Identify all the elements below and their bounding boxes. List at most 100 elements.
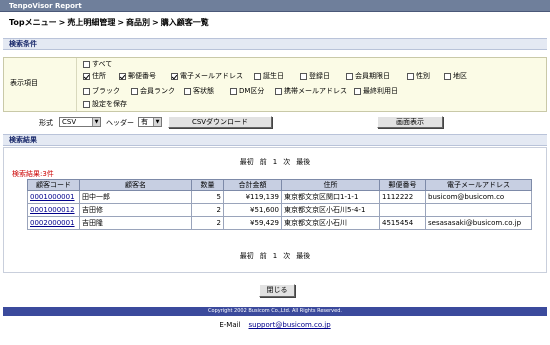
email-label: E-Mail [219, 321, 241, 329]
checkbox-member-rank[interactable]: 会員ランク [131, 87, 175, 95]
total-amount-cell: ¥51,600 [223, 203, 282, 217]
pager-next[interactable]: 次 [283, 252, 290, 260]
checkbox-label: ブラック [92, 87, 120, 95]
customer-name-cell: 吉田修 [79, 203, 192, 217]
checkbox-box[interactable] [300, 72, 307, 80]
checkbox-box[interactable] [254, 72, 261, 80]
quantity-cell: 5 [191, 190, 224, 204]
checkbox-postal-code[interactable]: 郵便番号 [119, 72, 156, 80]
checkbox-box[interactable] [171, 72, 178, 80]
checkbox-all[interactable]: すべて [83, 60, 112, 68]
email-cell: sesasasaki@busicom.co.jp [425, 216, 532, 230]
checkbox-box[interactable] [83, 100, 90, 108]
column-header: 顧客名 [79, 179, 192, 191]
customer-code-cell: 0002000001 [27, 216, 80, 230]
pager-first[interactable]: 最初 [240, 158, 254, 166]
checkbox-address[interactable]: 住所 [83, 72, 106, 80]
divider [76, 58, 77, 111]
checkbox-customer-status[interactable]: 客状態 [184, 87, 214, 95]
app-title-bar: TenpoVisor Report [0, 0, 550, 12]
checkbox-label: 郵便番号 [128, 72, 156, 80]
checkbox-box[interactable] [444, 72, 451, 80]
checkbox-label: 誕生日 [263, 72, 284, 80]
checkbox-registered-date[interactable]: 登録日 [300, 72, 330, 80]
pager-first[interactable]: 最初 [240, 252, 254, 260]
total-amount-cell: ¥119,139 [223, 190, 282, 204]
pager-bottom: 最初前 1 次最後 [0, 251, 550, 261]
checkbox-gender[interactable]: 性別 [407, 72, 430, 80]
display-items-panel: 表示項目 すべて 住所 郵便番号 電子メールアドレス 誕生日 登録日 会員期限日… [3, 57, 547, 112]
checkbox-label: 会員ランク [140, 87, 175, 95]
breadcrumb-by-product[interactable]: 商品別 [126, 18, 150, 27]
checkbox-box[interactable] [275, 87, 282, 95]
checkbox-box[interactable] [230, 87, 237, 95]
checkbox-dm-type[interactable]: DM区分 [230, 87, 264, 95]
header-label: ヘッダー [106, 119, 134, 127]
checkbox-label: すべて [92, 60, 113, 68]
header-select[interactable]: 有 ▼ [138, 117, 162, 127]
pager-next[interactable]: 次 [283, 158, 290, 166]
checkbox-box[interactable] [131, 87, 138, 95]
address-cell: 東京都文京区関口1-1-1 [281, 190, 380, 204]
postal-code-cell: 1112222 [379, 190, 426, 204]
format-label: 形式 [39, 119, 53, 127]
checkbox-district[interactable]: 地区 [444, 72, 467, 80]
column-header: 電子メールアドレス [425, 179, 532, 191]
checkbox-label: 住所 [92, 72, 106, 80]
breadcrumb-top-menu[interactable]: Topメニュー [9, 18, 57, 27]
checkbox-box[interactable] [184, 87, 191, 95]
customer-code-cell: 0001000001 [27, 190, 80, 204]
breadcrumb-separator: > [152, 18, 159, 27]
pager-last[interactable]: 最後 [296, 252, 310, 260]
breadcrumb-separator: > [117, 18, 125, 27]
breadcrumb-sales-detail[interactable]: 売上明細管理 [67, 18, 115, 27]
checkbox-mobile-email[interactable]: 携帯メールアドレス [275, 87, 347, 95]
header-select-value: 有 [141, 118, 148, 126]
format-select[interactable]: CSV ▼ [59, 117, 101, 127]
checkbox-label: 客状態 [193, 87, 214, 95]
column-header: 住所 [281, 179, 380, 191]
pager-last[interactable]: 最後 [296, 158, 310, 166]
screen-display-button[interactable]: 画面表示 [377, 116, 443, 128]
checkbox-box[interactable] [83, 72, 90, 80]
checkbox-birthday[interactable]: 誕生日 [254, 72, 284, 80]
table-row: 0001000012 吉田修 2 ¥51,600 東京都文京区小石川5-4-1 [27, 203, 532, 217]
checkbox-box[interactable] [119, 72, 126, 80]
checkbox-label: 電子メールアドレス [180, 72, 243, 80]
address-cell: 東京都文京区小石川 [281, 216, 380, 230]
checkbox-blacklist[interactable]: ブラック [83, 87, 120, 95]
checkbox-save-settings[interactable]: 設定を保存 [83, 100, 127, 108]
customer-code-link[interactable]: 0002000001 [30, 219, 75, 227]
checkbox-label: 地区 [453, 72, 467, 80]
email-cell: busicom@busicom.co [425, 190, 532, 204]
checkbox-last-used[interactable]: 最終利用日 [354, 87, 398, 95]
checkbox-box[interactable] [346, 72, 353, 80]
close-button[interactable]: 閉じる [259, 284, 295, 297]
customer-code-link[interactable]: 0001000012 [30, 206, 75, 214]
checkbox-box[interactable] [83, 87, 90, 95]
chevron-down-icon[interactable]: ▼ [92, 118, 100, 126]
customer-code-link[interactable]: 0001000001 [30, 193, 75, 201]
table-row: 0002000001 吉田隆 2 ¥59,429 東京都文京区小石川 45154… [27, 216, 532, 230]
chevron-down-icon[interactable]: ▼ [153, 118, 161, 126]
search-conditions-header: 検索条件 [3, 38, 547, 50]
checkbox-label: 会員期限日 [355, 72, 390, 80]
table-header-row: 顧客コード 顧客名 数量 合計金額 住所 郵便番号 電子メールアドレス [27, 179, 532, 191]
checkbox-label: 携帯メールアドレス [284, 87, 347, 95]
column-header: 数量 [191, 179, 224, 191]
csv-download-button[interactable]: CSVダウンロード [168, 116, 272, 128]
support-email-link[interactable]: support@busicom.co.jp [249, 321, 331, 329]
pager-prev[interactable]: 前 [260, 158, 267, 166]
pager-current: 1 [272, 252, 278, 260]
total-amount-cell: ¥59,429 [223, 216, 282, 230]
checkbox-box[interactable] [83, 60, 90, 68]
checkbox-box[interactable] [354, 87, 361, 95]
checkbox-email[interactable]: 電子メールアドレス [171, 72, 243, 80]
checkbox-box[interactable] [407, 72, 414, 80]
result-count: 検索結果:3件 [12, 170, 54, 178]
quantity-cell: 2 [191, 203, 224, 217]
checkbox-label: 最終利用日 [363, 87, 398, 95]
pager-prev[interactable]: 前 [260, 252, 267, 260]
checkbox-member-expiry[interactable]: 会員期限日 [346, 72, 390, 80]
postal-code-cell [379, 203, 426, 217]
